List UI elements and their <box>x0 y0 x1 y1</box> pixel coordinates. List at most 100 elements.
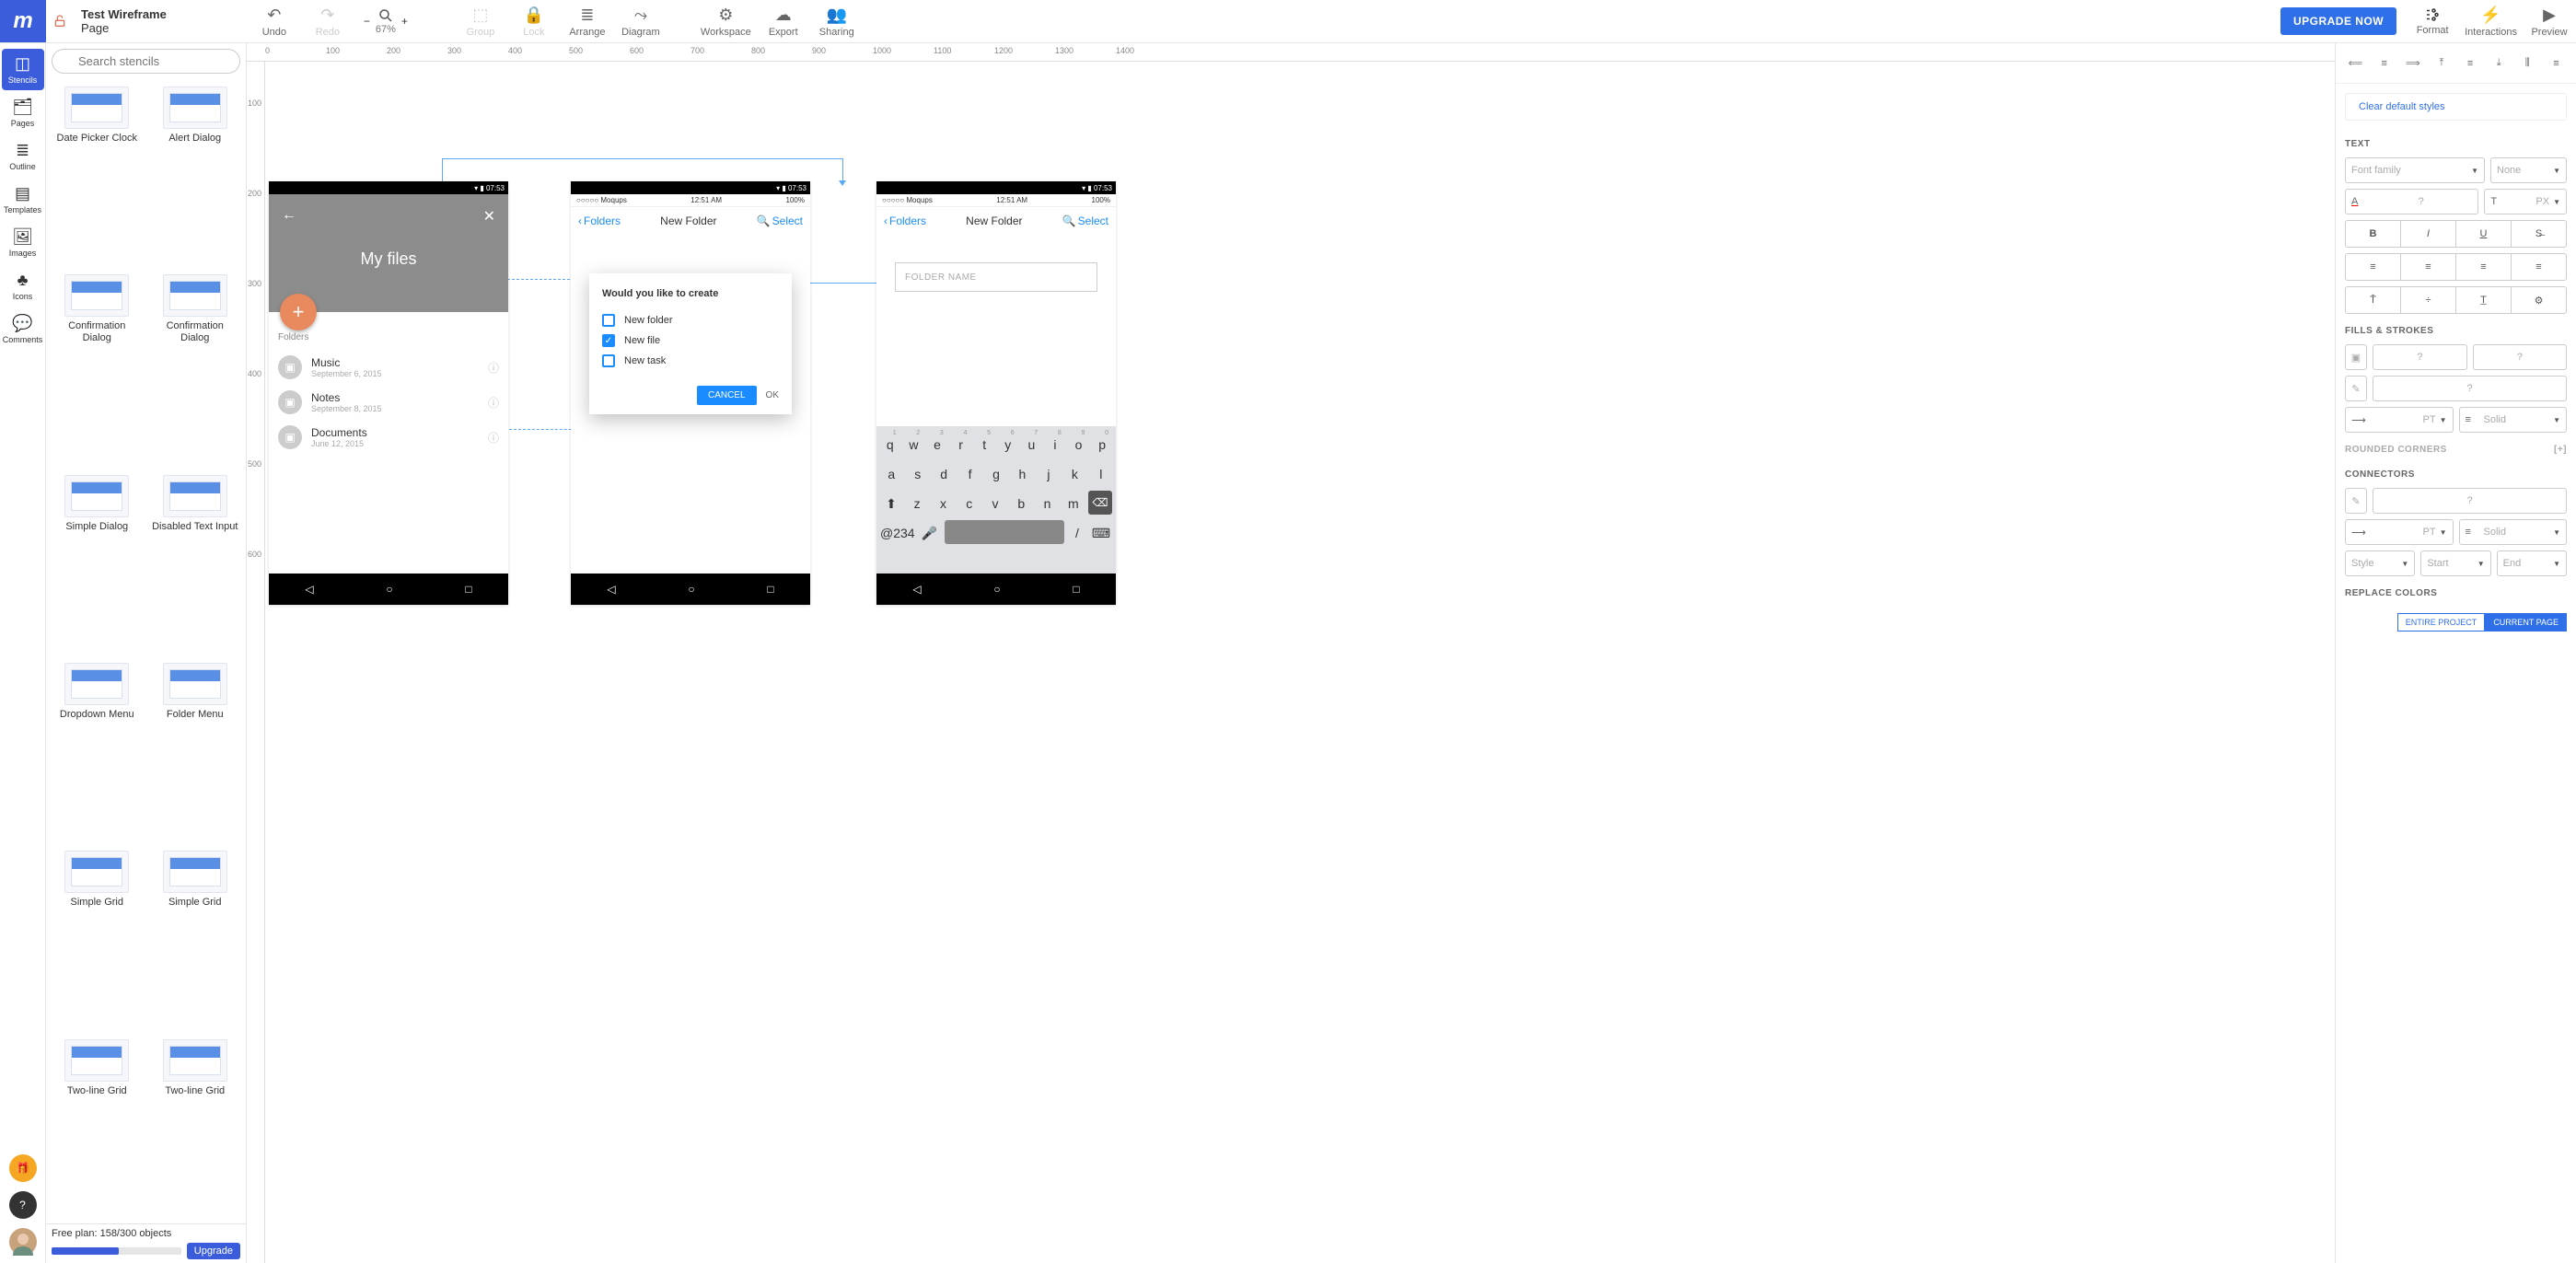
redo-button[interactable]: ↷ Redo <box>301 0 354 42</box>
stencil-item[interactable]: Simple Grid <box>50 847 145 1031</box>
connector-color-swatch[interactable]: ✎ <box>2345 488 2367 514</box>
keyboard-key[interactable]: l <box>1090 461 1112 487</box>
folder-name-input[interactable]: FOLDER NAME <box>895 262 1097 292</box>
info-icon[interactable]: ⓘ <box>488 395 499 411</box>
text-align-left-icon[interactable]: ≡ <box>2346 254 2401 280</box>
keyboard-key[interactable]: u7 <box>1022 432 1042 458</box>
fill-swatch-icon[interactable]: ▣ <box>2345 344 2367 370</box>
stencil-item[interactable]: Confirmation Dialog <box>148 271 243 467</box>
nav-home-icon[interactable]: ○ <box>386 583 392 596</box>
keyboard-mic-icon[interactable]: 🎤 <box>919 520 941 546</box>
keyboard-spacebar[interactable] <box>945 520 1064 544</box>
document-title[interactable]: Test Wireframe Page <box>74 0 174 42</box>
stroke-swatch-icon[interactable]: ✎ <box>2345 376 2367 401</box>
connector-end-select[interactable]: End▼ <box>2497 550 2567 576</box>
keyboard-key[interactable]: b <box>1010 491 1032 516</box>
folder-list-item[interactable]: ▣DocumentsJune 12, 2015ⓘ <box>278 420 499 455</box>
stencil-item[interactable]: Alert Dialog <box>148 83 243 267</box>
valign-top-icon[interactable]: T̄ <box>2346 287 2401 313</box>
rail-templates[interactable]: ▤ Templates <box>2 179 44 220</box>
nav-recent-icon[interactable]: □ <box>465 583 471 596</box>
user-avatar[interactable] <box>9 1228 37 1256</box>
underline-button[interactable]: U <box>2456 221 2512 247</box>
nav-back-icon[interactable]: ◁ <box>305 583 313 596</box>
gift-button[interactable]: 🎁 <box>9 1154 37 1182</box>
rail-icons[interactable]: ♣ Icons <box>2 265 44 307</box>
font-weight-select[interactable]: None▼ <box>2490 157 2567 183</box>
keyboard-key[interactable]: k <box>1063 461 1085 487</box>
arrange-button[interactable]: ≣ Arrange <box>561 0 614 42</box>
font-family-select[interactable]: Font family▼ <box>2345 157 2485 183</box>
sharing-button[interactable]: 👥 Sharing <box>810 0 864 42</box>
keyboard-key[interactable]: p0 <box>1092 432 1112 458</box>
stencil-item[interactable]: Simple Dialog <box>50 471 145 655</box>
text-options-icon[interactable]: ⚙ <box>2512 287 2566 313</box>
keyboard-key[interactable]: r4 <box>951 432 971 458</box>
rail-stencils[interactable]: ◫ Stencils <box>2 49 44 90</box>
back-link[interactable]: ‹ Folders <box>884 214 926 227</box>
stencil-item[interactable]: Disabled Text Input <box>148 471 243 655</box>
keyboard-key[interactable]: f <box>958 461 981 487</box>
info-icon[interactable]: ⓘ <box>488 360 499 376</box>
keyboard-enter-icon[interactable]: ⌨ <box>1090 520 1112 546</box>
folder-list-item[interactable]: ▣MusicSeptember 6, 2015ⓘ <box>278 350 499 385</box>
fab-add-button[interactable]: + <box>280 294 317 330</box>
rail-pages[interactable]: 🗂 Pages <box>2 92 44 133</box>
stroke-style-select[interactable]: ≡Solid▼ <box>2459 407 2568 433</box>
close-icon[interactable]: ✕ <box>483 207 495 226</box>
mockup-phone-2[interactable]: ▾ ▮ 07:53 ○○○○○ Moqups 12:51 AM 100% ‹ F… <box>571 181 810 605</box>
scope-current-chip[interactable]: CURRENT PAGE <box>2485 613 2567 632</box>
valign-bottom-icon[interactable]: T̲ <box>2456 287 2512 313</box>
zoom-in-icon[interactable]: + <box>401 15 408 28</box>
mockup-phone-3[interactable]: ▾ ▮ 07:53 ○○○○○ Moqups 12:51 AM 100% ‹ F… <box>876 181 1116 605</box>
keyboard-key[interactable]: n <box>1036 491 1058 516</box>
rail-images[interactable]: 🖼 Images <box>2 222 44 263</box>
keyboard-key[interactable]: m <box>1062 491 1085 516</box>
nav-back-icon[interactable]: ◁ <box>607 583 615 596</box>
dialog-option[interactable]: New folder <box>602 310 779 330</box>
select-link[interactable]: 🔍 Select <box>1062 214 1108 227</box>
keyboard-key[interactable]: d <box>933 461 955 487</box>
upgrade-now-button[interactable]: UPGRADE NOW <box>2280 7 2396 35</box>
keyboard-key[interactable]: y6 <box>998 432 1018 458</box>
keyboard-symbols-key[interactable]: @234 <box>880 520 915 546</box>
keyboard-key[interactable]: h <box>1011 461 1033 487</box>
select-link[interactable]: 🔍 Select <box>757 214 803 227</box>
upgrade-small-button[interactable]: Upgrade <box>187 1243 240 1259</box>
fill-input-2[interactable]: ? <box>2473 344 2568 370</box>
preview-button[interactable]: ▶ Preview <box>2523 0 2576 42</box>
keyboard-key[interactable]: e3 <box>927 432 947 458</box>
strike-button[interactable]: S̶ <box>2512 221 2566 247</box>
mockup-phone-1[interactable]: ▾ ▮ 07:53 ← ✕ My files + Folders ▣MusicS… <box>269 181 508 605</box>
rail-outline[interactable]: ≣ Outline <box>2 135 44 177</box>
clear-default-styles-link[interactable]: Clear default styles <box>2345 93 2567 121</box>
text-align-center-icon[interactable]: ≡ <box>2401 254 2456 280</box>
format-button[interactable]: Format <box>2406 0 2459 42</box>
font-color-input[interactable]: A? <box>2345 189 2478 214</box>
nav-recent-icon[interactable]: □ <box>1073 583 1079 596</box>
lock-icon[interactable] <box>46 0 74 42</box>
keyboard-key[interactable]: c <box>958 491 981 516</box>
keyboard-key[interactable]: j <box>1038 461 1060 487</box>
keyboard-key[interactable]: z <box>906 491 928 516</box>
keyboard-key[interactable]: a <box>880 461 902 487</box>
zoom-control[interactable]: − 67% + <box>354 0 417 42</box>
stroke-width-input[interactable]: ⟶PT▼ <box>2345 407 2454 433</box>
align-left-icon[interactable]: ⟸ <box>2348 55 2364 72</box>
info-icon[interactable]: ⓘ <box>488 430 499 446</box>
align-top-icon[interactable]: ⤒ <box>2433 55 2450 72</box>
bold-button[interactable]: B <box>2346 221 2401 247</box>
connector-start-select[interactable]: Start▼ <box>2420 550 2490 576</box>
keyboard-slash-key[interactable]: / <box>1068 520 1086 546</box>
interactions-button[interactable]: ⚡ Interactions <box>2459 0 2523 42</box>
align-middle-icon[interactable]: ≡ <box>2462 55 2478 72</box>
dialog-option[interactable]: ✓New file <box>602 330 779 351</box>
stencil-item[interactable]: Simple Grid <box>148 847 243 1031</box>
export-button[interactable]: ☁ Export <box>757 0 810 42</box>
keyboard-key[interactable]: t5 <box>974 432 994 458</box>
workspace-button[interactable]: ⚙ Workspace <box>695 0 757 42</box>
stencil-item[interactable]: Date Picker Clock <box>50 83 145 267</box>
keyboard-shift-icon[interactable]: ⬆ <box>880 491 902 516</box>
keyboard-key[interactable]: o9 <box>1069 432 1089 458</box>
back-icon[interactable]: ← <box>282 207 296 224</box>
